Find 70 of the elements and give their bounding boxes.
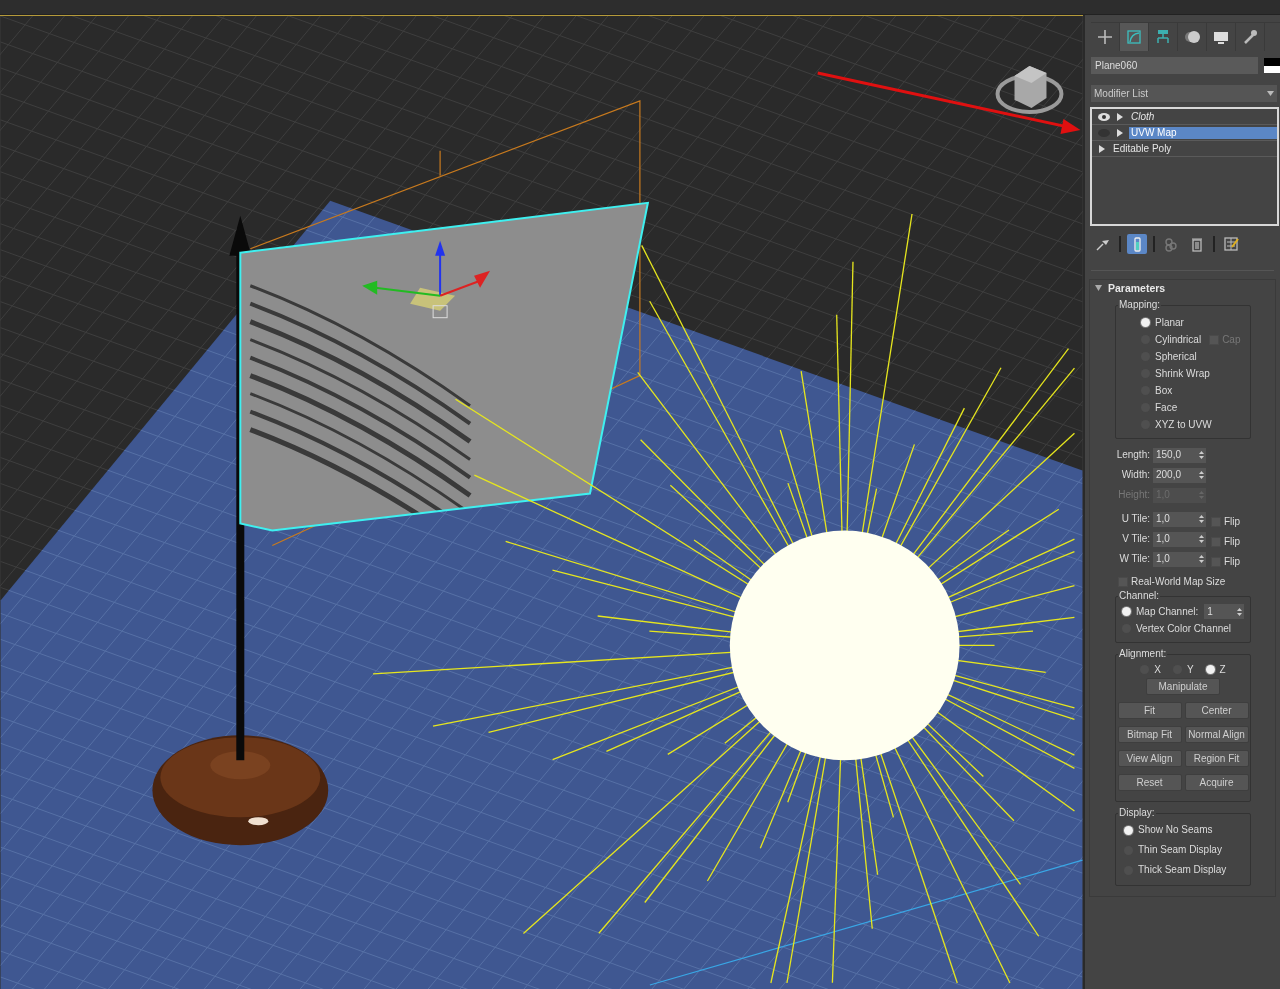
stack-item[interactable]: Cloth: [1092, 109, 1277, 125]
spinner-arrows-icon[interactable]: [1199, 535, 1204, 543]
real-world-checkbox[interactable]: Real-World Map Size: [1118, 573, 1275, 590]
spinner-arrows-icon[interactable]: [1199, 555, 1204, 563]
grid-edit-icon: [1222, 235, 1240, 253]
panel-tab[interactable]: [1120, 23, 1149, 51]
transform-gizmo-icon: [362, 240, 491, 319]
group-label: Mapping:: [1118, 300, 1162, 310]
align-button[interactable]: Fit: [1117, 702, 1182, 719]
field-label: Width:: [1120, 469, 1150, 481]
radio-option[interactable]: Show No Seams: [1119, 820, 1247, 840]
field-label: U Tile:: [1120, 513, 1150, 525]
object-name-field[interactable]: Plane060: [1091, 57, 1259, 74]
field-label: W Tile:: [1118, 553, 1150, 565]
radio-option[interactable]: Cylindrical: [1119, 331, 1202, 348]
align-button[interactable]: Center: [1184, 702, 1249, 719]
rollout-header[interactable]: Parameters: [1090, 280, 1275, 296]
stack-item[interactable]: Editable Poly: [1092, 141, 1277, 157]
stack-tool-button[interactable]: [1221, 234, 1241, 254]
radio-option[interactable]: Spherical: [1119, 348, 1197, 365]
group-label: Alignment:: [1118, 649, 1168, 659]
spinner-field[interactable]: 200,0: [1153, 467, 1206, 483]
spinner-arrows-icon[interactable]: [1199, 471, 1204, 479]
align-button[interactable]: Normal Align: [1184, 726, 1249, 743]
manipulate-button[interactable]: Manipulate: [1146, 678, 1220, 695]
spinner-arrows-icon[interactable]: [1199, 515, 1204, 523]
viewcube-icon[interactable]: [995, 65, 1064, 114]
radio-option[interactable]: Map Channel:: [1119, 603, 1199, 620]
radio-option[interactable]: Box: [1119, 382, 1173, 399]
spinner-field[interactable]: 1,0: [1153, 531, 1206, 547]
curve-icon: [1125, 28, 1143, 46]
field-label: Length:: [1115, 449, 1150, 461]
modifier-list-dropdown[interactable]: Modifier List: [1091, 85, 1277, 102]
caret-icon: [1267, 91, 1274, 96]
radio-option[interactable]: Z: [1205, 661, 1226, 678]
field-label: V Tile:: [1121, 533, 1150, 545]
spinner-field[interactable]: 1,0: [1153, 551, 1206, 567]
spinner-field[interactable]: 1,0: [1153, 511, 1206, 527]
hierarchy-icon: [1154, 28, 1172, 46]
collapse-arrow-icon: [1095, 285, 1102, 291]
radio-option[interactable]: XYZ to UVW: [1119, 416, 1212, 433]
spinner-arrows-icon[interactable]: [1199, 451, 1204, 459]
rings-icon: [1162, 235, 1180, 253]
stack-tool-button[interactable]: [1127, 234, 1147, 254]
circles-icon: [1183, 28, 1201, 46]
radio-option[interactable]: Face: [1119, 399, 1178, 416]
radio-option[interactable]: Thin Seam Display: [1119, 840, 1247, 860]
radio-option[interactable]: Y: [1172, 661, 1194, 678]
radio-option[interactable]: X: [1140, 661, 1161, 678]
flip-checkbox[interactable]: Flip: [1211, 550, 1241, 568]
align-button[interactable]: Acquire: [1184, 774, 1249, 791]
align-button[interactable]: Region Fit: [1184, 750, 1249, 767]
spinner-field[interactable]: 1: [1204, 604, 1245, 619]
spinner-field[interactable]: 150,0: [1153, 447, 1206, 463]
align-button[interactable]: Reset: [1117, 774, 1182, 791]
plus-icon: [1096, 28, 1114, 46]
group-label: Display:: [1118, 808, 1156, 818]
flip-checkbox[interactable]: Flip: [1211, 510, 1241, 528]
spinner-arrows-icon[interactable]: [1237, 607, 1243, 616]
eye-icon[interactable]: [1097, 111, 1111, 122]
dropdown-label: Modifier List: [1094, 87, 1148, 100]
radio-option[interactable]: Thick Seam Display: [1119, 860, 1247, 880]
flip-checkbox[interactable]: Flip: [1211, 530, 1241, 548]
group-label: Channel:: [1118, 591, 1161, 601]
align-button[interactable]: View Align: [1117, 750, 1182, 767]
align-button[interactable]: Bitmap Fit: [1117, 726, 1182, 743]
radio-option[interactable]: Planar: [1119, 314, 1184, 331]
radio-option[interactable]: Shrink Wrap: [1119, 365, 1210, 382]
radio-option[interactable]: Vertex Color Channel: [1119, 620, 1232, 637]
color-swatch[interactable]: [1264, 58, 1280, 73]
